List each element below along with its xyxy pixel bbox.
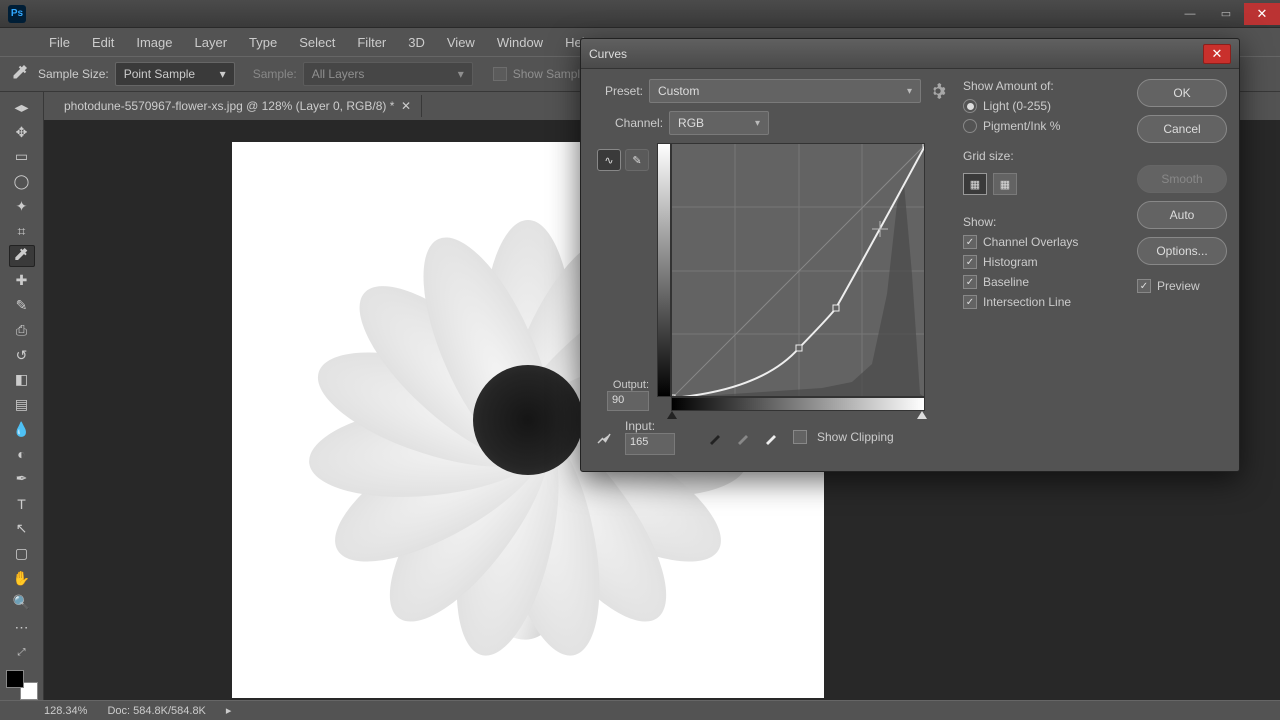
healing-tool[interactable]: ✚ [9, 269, 35, 292]
on-image-adjust-icon[interactable] [593, 426, 615, 448]
output-field[interactable]: 90 [607, 391, 649, 411]
ok-button[interactable]: OK [1137, 79, 1227, 107]
toolbox: ◂▸ ✥ ▭ ◯ ✦ ⌗ ✚ ✎ ⎙ ↺ ◧ ▤ 💧 ◐ ✒ T ↖ ▢ ✋ 🔍… [0, 92, 44, 700]
statusbar: 128.34% Doc: 584.8K/584.8K ▸ [0, 700, 1280, 720]
dialog-title: Curves [589, 47, 627, 61]
input-label: Input: [625, 419, 675, 433]
menu-layer[interactable]: Layer [184, 31, 239, 54]
show-sampling-checkbox [493, 67, 507, 81]
show-amount-label: Show Amount of: [963, 79, 1123, 93]
grid-small-button[interactable]: ▦ [963, 173, 987, 195]
doc-size: Doc: 584.8K/584.8K [107, 705, 205, 717]
channel-overlays-checkbox[interactable]: Channel Overlays [963, 235, 1123, 249]
input-gradient [671, 397, 925, 411]
document-tab[interactable]: photodune-5570967-flower-xs.jpg @ 128% (… [54, 95, 422, 117]
sample-size-label: Sample Size: [38, 67, 109, 81]
menu-view[interactable]: View [436, 31, 486, 54]
blur-tool[interactable]: 💧 [9, 418, 35, 441]
grid-size-label: Grid size: [963, 149, 1123, 163]
close-tab-icon[interactable]: ✕ [401, 99, 411, 113]
brush-tool[interactable]: ✎ [9, 294, 35, 317]
zoom-level[interactable]: 128.34% [44, 705, 87, 717]
sample-size-select[interactable]: Point Sample▾ [115, 62, 235, 86]
dialog-titlebar[interactable]: Curves ✕ [581, 39, 1239, 69]
lasso-tool[interactable]: ◯ [9, 170, 35, 193]
menu-window[interactable]: Window [486, 31, 554, 54]
show-clipping-checkbox[interactable] [793, 430, 807, 444]
menu-select[interactable]: Select [288, 31, 346, 54]
collapse-icon[interactable]: ◂▸ [9, 96, 35, 119]
eyedropper-tool[interactable] [9, 245, 35, 268]
eyedropper-icon[interactable] [10, 63, 32, 85]
path-tool[interactable]: ↖ [9, 517, 35, 540]
menu-edit[interactable]: Edit [81, 31, 125, 54]
close-button[interactable]: ✕ [1244, 3, 1280, 25]
channel-label: Channel: [615, 116, 663, 130]
swap-colors-icon[interactable]: ⤢ [9, 641, 35, 664]
maximize-button[interactable]: ▭ [1208, 3, 1244, 25]
output-label: Output: [607, 379, 649, 391]
preset-label: Preset: [593, 84, 643, 98]
dialog-close-button[interactable]: ✕ [1203, 44, 1231, 64]
gray-eyedropper-icon[interactable] [733, 426, 755, 448]
show-clipping-label: Show Clipping [817, 430, 894, 444]
menu-image[interactable]: Image [125, 31, 183, 54]
grid-large-button[interactable]: ▦ [993, 173, 1017, 195]
pen-tool[interactable]: ✒ [9, 468, 35, 491]
statusbar-chevron-icon[interactable]: ▸ [226, 704, 232, 717]
baseline-checkbox[interactable]: Baseline [963, 275, 1123, 289]
cancel-button[interactable]: Cancel [1137, 115, 1227, 143]
options-button[interactable]: Options... [1137, 237, 1227, 265]
histogram-checkbox[interactable]: Histogram [963, 255, 1123, 269]
pigment-radio[interactable]: Pigment/Ink % [963, 119, 1123, 133]
curve-mode-pencil-button[interactable]: ✎ [625, 149, 649, 171]
zoom-tool[interactable]: 🔍 [9, 591, 35, 614]
photoshop-logo: Ps [8, 5, 26, 23]
white-point-slider[interactable] [917, 411, 927, 419]
curve-mode-point-button[interactable]: ∿ [597, 149, 621, 171]
marquee-tool[interactable]: ▭ [9, 146, 35, 169]
menu-3d[interactable]: 3D [397, 31, 436, 54]
history-brush-tool[interactable]: ↺ [9, 344, 35, 367]
stamp-tool[interactable]: ⎙ [9, 319, 35, 342]
titlebar: Ps — ▭ ✕ [0, 0, 1280, 28]
auto-button[interactable]: Auto [1137, 201, 1227, 229]
eraser-tool[interactable]: ◧ [9, 369, 35, 392]
wand-tool[interactable]: ✦ [9, 195, 35, 218]
type-tool[interactable]: T [9, 492, 35, 515]
channel-select[interactable]: RGB [669, 111, 769, 135]
minimize-button[interactable]: — [1172, 3, 1208, 25]
gradient-tool[interactable]: ▤ [9, 393, 35, 416]
black-point-slider[interactable] [667, 411, 677, 419]
output-gradient [657, 143, 671, 397]
smooth-button: Smooth [1137, 165, 1227, 193]
shape-tool[interactable]: ▢ [9, 542, 35, 565]
curves-graph[interactable] [671, 143, 925, 397]
hand-tool[interactable]: ✋ [9, 567, 35, 590]
dodge-tool[interactable]: ◐ [9, 443, 35, 466]
move-tool[interactable]: ✥ [9, 121, 35, 144]
foreground-background-colors[interactable] [6, 670, 38, 700]
black-eyedropper-icon[interactable] [705, 426, 727, 448]
light-radio[interactable]: Light (0-255) [963, 99, 1123, 113]
more-tools-icon[interactable]: ⋯ [9, 616, 35, 639]
show-options-label: Show: [963, 215, 1123, 229]
preset-select[interactable]: Custom [649, 79, 921, 103]
input-field[interactable]: 165 [625, 433, 675, 455]
menu-filter[interactable]: Filter [346, 31, 397, 54]
sample-label: Sample: [253, 67, 297, 81]
menu-file[interactable]: File [38, 31, 81, 54]
preview-checkbox[interactable]: Preview [1137, 279, 1227, 293]
preset-gear-icon[interactable] [927, 80, 949, 102]
menu-type[interactable]: Type [238, 31, 288, 54]
curves-dialog: Curves ✕ Preset: Custom Channel: RGB ∿ [580, 38, 1240, 472]
white-eyedropper-icon[interactable] [761, 426, 783, 448]
intersection-checkbox[interactable]: Intersection Line [963, 295, 1123, 309]
crop-tool[interactable]: ⌗ [9, 220, 35, 243]
sample-select: All Layers▾ [303, 62, 473, 86]
